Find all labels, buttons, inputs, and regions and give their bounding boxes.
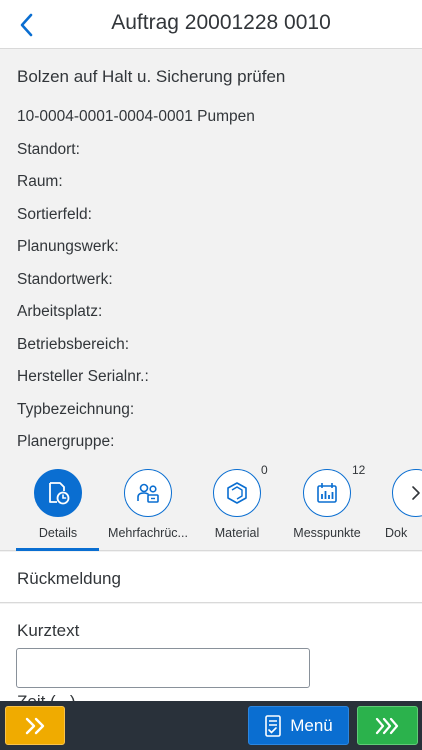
tab-label: Mehrfachrüc... [108, 526, 188, 540]
cube-icon [227, 482, 247, 504]
equipment-line: 10-0004-0001-0004-0001 Pumpen [17, 108, 255, 125]
checklist-icon [265, 714, 282, 737]
measurement-calendar-icon [317, 483, 337, 503]
tab-icon-circle [34, 469, 82, 517]
order-details: Bolzen auf Halt u. Sicherung prüfen 10-0… [0, 49, 422, 463]
triple-chevron-right-icon [375, 717, 398, 734]
messpunkte-count-badge: 12 [352, 463, 366, 477]
tab-details[interactable]: Details [13, 469, 103, 547]
field-hersteller-serialnr: Hersteller Serialnr.: [17, 368, 153, 386]
next-step-button[interactable] [357, 706, 418, 745]
confirmation-form: Kurztext Zeit (...) [0, 604, 422, 702]
chevron-right-icon [412, 486, 420, 500]
field-label: Hersteller Serialnr.: [17, 368, 149, 385]
field-planergruppe: Planergruppe: [17, 433, 118, 451]
field-sortierfeld: Sortierfeld: [17, 206, 96, 224]
kurztext-label: Kurztext [17, 621, 80, 640]
tab-mehrfachrueckmeldung[interactable]: Mehrfachrüc... [103, 469, 193, 547]
tab-material[interactable]: 0 Material [192, 463, 282, 547]
field-arbeitsplatz: Arbeitsplatz: [17, 303, 106, 321]
field-label: Standortwerk: [17, 271, 113, 288]
field-label: Planergruppe: [17, 433, 115, 450]
persons-icon [137, 483, 159, 503]
tab-icon-circle [124, 469, 172, 517]
field-label: Planungswerk: [17, 238, 119, 255]
tab-dokumente[interactable]: Dok [371, 469, 422, 547]
field-standort: Standort: [17, 141, 84, 159]
field-label: Sortierfeld: [17, 206, 92, 223]
field-label: Arbeitsplatz: [17, 303, 103, 320]
field-label: Raum: [17, 173, 63, 190]
chevron-left-icon [20, 13, 33, 37]
page-title: Auftrag 20001228 0010 [111, 11, 331, 34]
menu-button[interactable]: Menü [248, 706, 349, 745]
tab-label: Details [38, 526, 78, 540]
footer-toolbar: Menü [0, 701, 422, 750]
field-label: Betriebsbereich: [17, 336, 130, 353]
tab-icon-circle [303, 469, 351, 517]
document-clock-icon [49, 482, 70, 505]
section-title: Rückmeldung [17, 569, 121, 588]
kurztext-input[interactable] [16, 648, 310, 688]
back-button[interactable] [14, 11, 38, 39]
header-bar: Auftrag 20001228 0010 [0, 0, 422, 49]
order-description: Bolzen auf Halt u. Sicherung prüfen [17, 67, 286, 86]
field-label: Standort: [17, 141, 80, 158]
tab-icon-circle [392, 469, 422, 517]
field-planungswerk: Planungswerk: [17, 238, 123, 256]
section-header: Rückmeldung [0, 552, 422, 603]
field-raum: Raum: [17, 173, 67, 191]
icon-tab-bar: Details Mehrfachrüc... 0 Material 12 Mes… [0, 463, 422, 551]
previous-step-button[interactable] [5, 706, 65, 745]
tab-messpunkte[interactable]: 12 Messpunkte [282, 463, 372, 547]
field-betriebsbereich: Betriebsbereich: [17, 336, 133, 354]
tab-label: Dok [385, 526, 408, 540]
menu-button-label: Menü [290, 715, 333, 735]
field-typbezeichnung: Typbezeichnung: [17, 401, 138, 419]
active-tab-indicator [16, 548, 99, 551]
tab-label: Material [214, 526, 260, 540]
tab-label: Messpunkte [293, 526, 361, 540]
field-standortwerk: Standortwerk: [17, 271, 117, 289]
field-label: Typbezeichnung: [17, 401, 135, 418]
material-count-badge: 0 [261, 463, 268, 477]
double-chevron-right-icon [25, 717, 45, 734]
tab-icon-circle [213, 469, 261, 517]
